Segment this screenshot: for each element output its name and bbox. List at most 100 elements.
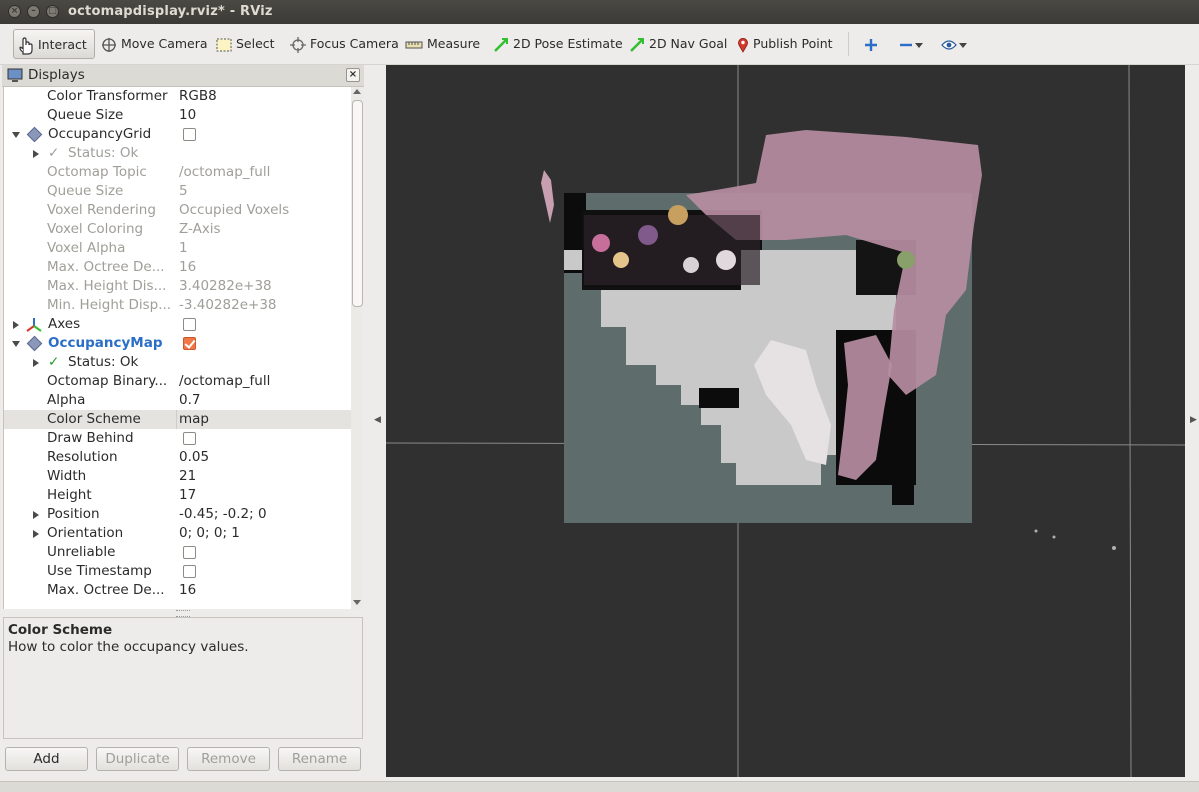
property-name: Max. Octree De... bbox=[47, 259, 165, 275]
tree-row-height[interactable]: Height 17 bbox=[4, 486, 351, 505]
tree-row-occupancy-map[interactable]: OccupancyMap bbox=[4, 334, 351, 353]
display-name: OccupancyGrid bbox=[48, 126, 152, 142]
scrollbar-thumb[interactable] bbox=[352, 100, 363, 307]
select-box-icon bbox=[216, 38, 232, 51]
select-tool-button[interactable]: Select bbox=[216, 29, 275, 59]
tree-row-resolution[interactable]: Resolution 0.05 bbox=[4, 448, 351, 467]
property-value[interactable]: 3.40282e+38 bbox=[179, 277, 272, 296]
property-value[interactable]: Occupied Voxels bbox=[179, 201, 289, 220]
close-panel-icon[interactable]: × bbox=[346, 68, 360, 82]
tree-row-alpha[interactable]: Alpha 0.7 bbox=[4, 391, 351, 410]
tree-scrollbar[interactable] bbox=[351, 87, 363, 609]
tree-row-octomap-topic[interactable]: Octomap Topic /octomap_full bbox=[4, 163, 351, 182]
property-value[interactable]: 5 bbox=[179, 182, 188, 201]
property-value[interactable]: Z-Axis bbox=[179, 220, 221, 239]
tree-row-position[interactable]: Position -0.45; -0.2; 0 bbox=[4, 505, 351, 524]
render-viewport[interactable] bbox=[386, 65, 1185, 777]
property-name: Queue Size bbox=[47, 183, 124, 199]
property-value[interactable]: 10 bbox=[179, 106, 196, 125]
property-value[interactable]: /octomap_full bbox=[179, 163, 270, 182]
tree-row-use-timestamp[interactable]: Use Timestamp bbox=[4, 562, 351, 581]
move-camera-icon bbox=[102, 37, 116, 52]
draw-behind-checkbox[interactable] bbox=[183, 432, 196, 445]
collapse-right-arrow-icon[interactable]: ▶ bbox=[1190, 415, 1197, 425]
nav-goal-tool-button[interactable]: 2D Nav Goal bbox=[629, 29, 727, 59]
tree-row-voxel-coloring[interactable]: Voxel Coloring Z-Axis bbox=[4, 220, 351, 239]
tree-row-draw-behind[interactable]: Draw Behind bbox=[4, 429, 351, 448]
tree-row-min-height[interactable]: Min. Height Disp... -3.40282e+38 bbox=[4, 296, 351, 315]
property-value[interactable]: 0; 0; 0; 1 bbox=[179, 524, 240, 543]
unreliable-checkbox[interactable] bbox=[183, 546, 196, 559]
splitter-handle[interactable] bbox=[176, 610, 190, 617]
maximize-window-icon[interactable]: □ bbox=[46, 5, 59, 18]
duplicate-button[interactable]: Duplicate bbox=[96, 747, 179, 771]
occupancy-map-enabled-checkbox[interactable] bbox=[183, 337, 196, 350]
axes-enabled-checkbox[interactable] bbox=[183, 318, 196, 331]
tree-row-queue-size[interactable]: Queue Size 10 bbox=[4, 106, 351, 125]
remove-tool-dropdown[interactable] bbox=[899, 29, 927, 59]
property-value[interactable]: -3.40282e+38 bbox=[179, 296, 277, 315]
displays-panel-header: Displays × bbox=[2, 65, 364, 87]
tree-row-color-transformer[interactable]: Color Transformer RGB8 bbox=[4, 87, 351, 106]
collapsed-arrow-icon[interactable] bbox=[33, 359, 39, 367]
collapsed-arrow-icon[interactable] bbox=[33, 511, 39, 519]
tree-row-unreliable[interactable]: Unreliable bbox=[4, 543, 351, 562]
tree-row-max-octree-depth[interactable]: Max. Octree De... 16 bbox=[4, 258, 351, 277]
collapsed-arrow-icon[interactable] bbox=[13, 321, 19, 329]
use-timestamp-checkbox[interactable] bbox=[183, 565, 196, 578]
tree-row-grid-status[interactable]: ✓ Status: Ok bbox=[4, 144, 351, 163]
property-value[interactable]: RGB8 bbox=[179, 87, 217, 106]
publish-point-label: Publish Point bbox=[753, 36, 833, 51]
tree-row-axes[interactable]: Axes bbox=[4, 315, 351, 334]
move-camera-tool-button[interactable]: Move Camera bbox=[101, 29, 208, 59]
expand-arrow-icon[interactable] bbox=[12, 341, 20, 347]
nav-goal-label: 2D Nav Goal bbox=[649, 36, 728, 51]
tree-row-occupancy-grid[interactable]: OccupancyGrid bbox=[4, 125, 351, 144]
property-value[interactable]: 0.05 bbox=[179, 448, 209, 467]
property-value[interactable]: 16 bbox=[179, 581, 196, 600]
occupancy-grid-enabled-checkbox[interactable] bbox=[183, 128, 196, 141]
property-value[interactable]: /octomap_full bbox=[179, 372, 270, 391]
tree-row-voxel-alpha[interactable]: Voxel Alpha 1 bbox=[4, 239, 351, 258]
tree-row-max-octree-depth-map[interactable]: Max. Octree De... 16 bbox=[4, 581, 351, 600]
remove-button[interactable]: Remove bbox=[187, 747, 270, 771]
expand-arrow-icon[interactable] bbox=[12, 132, 20, 138]
rename-button[interactable]: Rename bbox=[278, 747, 361, 771]
tree-row-width[interactable]: Width 21 bbox=[4, 467, 351, 486]
property-value[interactable]: 21 bbox=[179, 467, 196, 486]
add-tool-button[interactable] bbox=[864, 29, 882, 59]
collapsed-arrow-icon[interactable] bbox=[33, 150, 39, 158]
minimize-window-icon[interactable]: – bbox=[27, 5, 40, 18]
interact-tool-button[interactable]: Interact bbox=[13, 29, 95, 59]
tree-row-voxel-rendering[interactable]: Voxel Rendering Occupied Voxels bbox=[4, 201, 351, 220]
property-value[interactable]: 16 bbox=[179, 258, 196, 277]
property-name: Width bbox=[47, 468, 87, 484]
focus-camera-tool-button[interactable]: Focus Camera bbox=[290, 29, 399, 59]
check-mark-icon: ✓ bbox=[48, 145, 60, 161]
scroll-up-arrow-icon[interactable] bbox=[353, 89, 361, 94]
measure-tool-button[interactable]: Measure bbox=[405, 29, 480, 59]
tree-row-map-status[interactable]: ✓ Status: Ok bbox=[4, 353, 351, 372]
collapsed-arrow-icon[interactable] bbox=[33, 530, 39, 538]
description-text: How to color the occupancy values. bbox=[8, 639, 249, 655]
pose-estimate-tool-button[interactable]: 2D Pose Estimate bbox=[493, 29, 623, 59]
property-value[interactable]: map bbox=[179, 410, 209, 429]
property-value[interactable]: 17 bbox=[179, 486, 196, 505]
add-button[interactable]: Add bbox=[5, 747, 88, 771]
collapse-left-arrow-icon[interactable]: ◀ bbox=[374, 415, 381, 425]
tree-row-orientation[interactable]: Orientation 0; 0; 0; 1 bbox=[4, 524, 351, 543]
panels-dropdown[interactable] bbox=[941, 29, 971, 59]
publish-point-tool-button[interactable]: Publish Point bbox=[737, 29, 833, 59]
tree-row-max-height[interactable]: Max. Height Dis... 3.40282e+38 bbox=[4, 277, 351, 296]
property-description-panel: Color Scheme How to color the occupancy … bbox=[3, 617, 363, 739]
property-value[interactable]: 1 bbox=[179, 239, 188, 258]
scroll-down-arrow-icon[interactable] bbox=[353, 600, 361, 605]
tree-row-grid-queue-size[interactable]: Queue Size 5 bbox=[4, 182, 351, 201]
tree-row-octomap-binary[interactable]: Octomap Binary... /octomap_full bbox=[4, 372, 351, 391]
property-value[interactable]: 0.7 bbox=[179, 391, 200, 410]
property-name: Color Transformer bbox=[47, 88, 168, 104]
pose-estimate-label: 2D Pose Estimate bbox=[513, 36, 623, 51]
close-window-icon[interactable]: × bbox=[8, 5, 21, 18]
property-value[interactable]: -0.45; -0.2; 0 bbox=[179, 505, 267, 524]
tree-row-color-scheme[interactable]: Color Scheme map bbox=[4, 410, 351, 429]
